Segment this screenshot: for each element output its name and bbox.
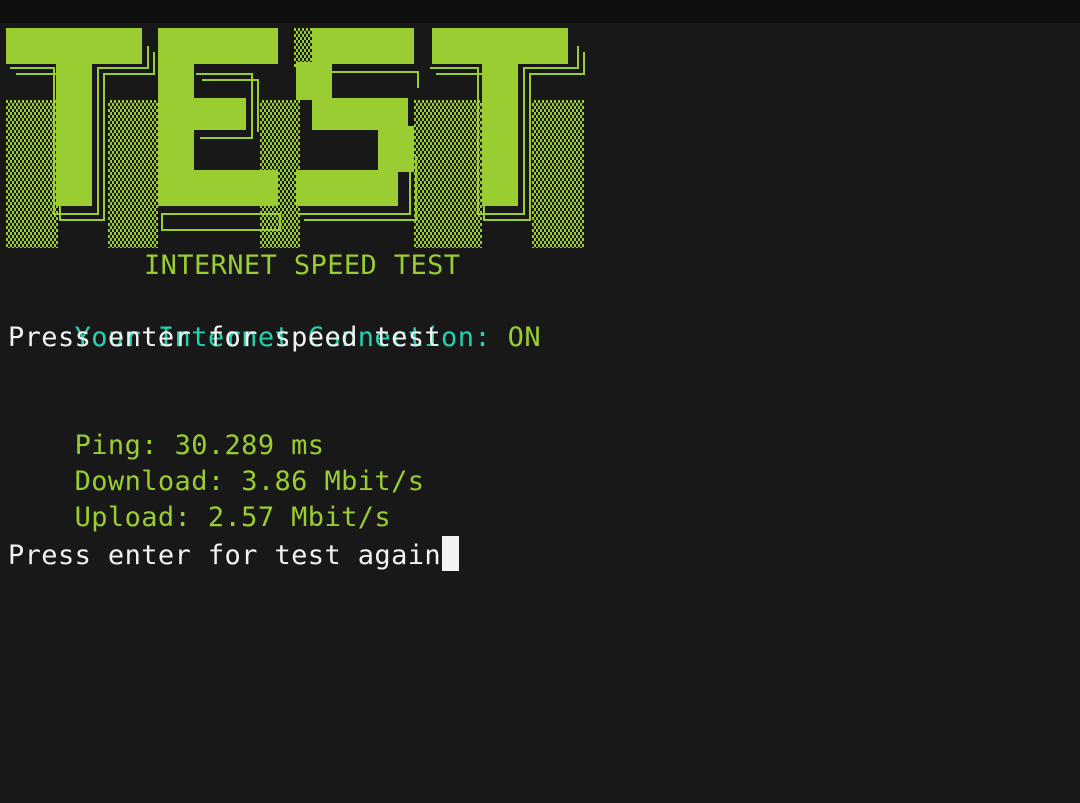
window-title-bar bbox=[0, 0, 1080, 23]
text-cursor bbox=[442, 536, 460, 571]
banner-subtitle: INTERNET SPEED TEST bbox=[144, 250, 461, 281]
upload-value: 2.57 Mbit/s bbox=[207, 502, 392, 533]
terminal-window[interactable]: INTERNET SPEED TEST Your Internet Connec… bbox=[0, 23, 1080, 803]
speed-test-prompt: Press enter for speed test bbox=[8, 322, 442, 353]
test-again-prompt: Press enter for test again bbox=[8, 540, 442, 571]
test-again-prompt-line[interactable]: Press enter for test again bbox=[8, 536, 460, 574]
connection-status-value: ON bbox=[507, 322, 541, 353]
upload-label: Upload: bbox=[74, 502, 192, 533]
ascii-banner-logo bbox=[6, 28, 585, 248]
